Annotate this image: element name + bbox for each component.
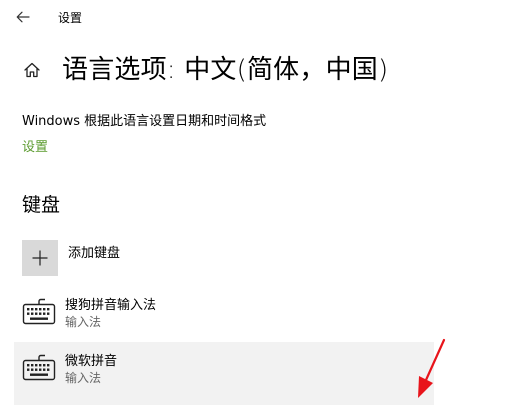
add-keyboard-label: 添加键盘 [68, 246, 121, 261]
keyboard-icon [22, 354, 56, 381]
home-icon [24, 62, 40, 78]
region-settings-link[interactable]: 设置 [22, 136, 48, 155]
back-arrow-icon [16, 11, 30, 23]
keyboard-name: 微软拼音 [65, 354, 118, 369]
keyboard-icon [22, 298, 56, 325]
plus-icon [32, 250, 48, 266]
add-keyboard-button[interactable]: 添加键盘 [22, 238, 442, 278]
keyboards-heading: 键盘 [22, 194, 61, 216]
page-title: 语言选项: 中文(简体，中国) [62, 55, 389, 85]
add-keyboard-tile [22, 240, 58, 276]
keyboard-type: 输入法 [65, 371, 102, 385]
back-button[interactable] [10, 4, 36, 30]
window-title: 设置 [58, 11, 83, 25]
home-button[interactable] [20, 58, 44, 82]
keyboard-type: 输入法 [65, 315, 102, 329]
region-format-description: Windows 根据此语言设置日期和时间格式 [22, 114, 267, 129]
keyboard-item-microsoft-pinyin[interactable]: 微软拼音 输入法 [14, 342, 434, 405]
keyboard-name: 搜狗拼音输入法 [65, 298, 157, 313]
keyboard-item-sogou[interactable]: 搜狗拼音输入法 输入法 [14, 286, 434, 344]
settings-window: 设置 语言选项: 中文(简体，中国) Windows 根据此语言设置日期和时间格… [0, 0, 520, 405]
title-bar: 设置 [0, 0, 520, 34]
